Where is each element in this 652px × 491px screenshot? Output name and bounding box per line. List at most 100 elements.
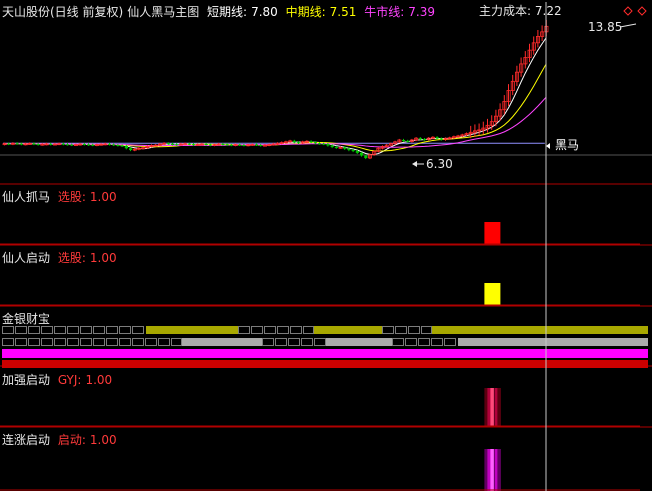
band-cell bbox=[80, 326, 92, 334]
band-cell bbox=[418, 338, 430, 346]
band-cell bbox=[314, 338, 326, 346]
panel3-title: 仙人启动 bbox=[2, 251, 51, 265]
candle-body bbox=[66, 144, 70, 146]
panel-xian-ren-zhua-ma[interactable] bbox=[0, 222, 640, 245]
band-cell bbox=[158, 338, 170, 346]
panel4-header: 金银财宝 bbox=[2, 310, 54, 327]
band-cell bbox=[119, 338, 131, 346]
band-cell bbox=[301, 338, 313, 346]
panel-xian-ren-qi-dong[interactable] bbox=[0, 283, 640, 306]
panel-jia-qiang-qi-dong[interactable] bbox=[0, 388, 640, 427]
panel6-title: 连涨启动 bbox=[2, 433, 51, 447]
band-cell bbox=[28, 338, 40, 346]
band-cell bbox=[41, 326, 53, 334]
band-magenta bbox=[2, 349, 648, 358]
band-cell bbox=[251, 326, 263, 334]
candle-body bbox=[32, 143, 36, 145]
band-cell bbox=[264, 326, 276, 334]
band-cell bbox=[408, 326, 420, 334]
candle-body bbox=[402, 140, 406, 141]
candle-body bbox=[129, 148, 133, 151]
indicator-name: 仙人黑马主图 bbox=[127, 5, 200, 19]
main-price-panel[interactable] bbox=[2, 6, 647, 167]
band-segment bbox=[432, 326, 648, 334]
panel3-value: 1.00 bbox=[89, 251, 117, 265]
candle-body bbox=[116, 144, 120, 146]
ma-line bbox=[4, 37, 547, 155]
candle-body bbox=[351, 150, 355, 152]
cost-value: 7.22 bbox=[534, 4, 562, 18]
horse-pointer bbox=[546, 143, 550, 149]
panel2-title: 仙人抓马 bbox=[2, 190, 51, 204]
candle-body bbox=[229, 144, 233, 146]
candle-body bbox=[221, 144, 225, 146]
band-segment bbox=[326, 338, 392, 346]
band-segment bbox=[314, 326, 382, 334]
panel-jin-yin-cai-bao[interactable] bbox=[2, 326, 648, 368]
band-cell bbox=[395, 326, 407, 334]
signal-bar-jia-qiang bbox=[490, 388, 494, 426]
candle-body bbox=[297, 142, 301, 144]
band-cell bbox=[145, 338, 157, 346]
moving-average-lines bbox=[4, 37, 547, 155]
candle-body bbox=[61, 143, 65, 145]
candle-body bbox=[225, 144, 229, 146]
band-cell bbox=[303, 326, 314, 334]
candle-body bbox=[326, 144, 330, 146]
candle-body bbox=[175, 144, 179, 146]
panel5-header: 加强启动 GYJ: 1.00 bbox=[2, 371, 116, 388]
band-cell bbox=[405, 338, 417, 346]
band-cell bbox=[171, 338, 182, 346]
candle-body bbox=[124, 145, 128, 149]
signal-bar-lian-zhang bbox=[484, 449, 488, 491]
panel2-value: 1.00 bbox=[89, 190, 117, 204]
band-cell bbox=[275, 338, 287, 346]
main-header: 天山股份(日线 前复权) 仙人黑马主图 短期线: 7.80 中期线: 7.51 牛市线… bbox=[2, 3, 439, 20]
band-cell bbox=[41, 338, 53, 346]
band-segment bbox=[458, 338, 648, 346]
candle-body bbox=[82, 144, 86, 146]
band-cell bbox=[2, 326, 14, 334]
band-cell bbox=[238, 326, 250, 334]
signal-bar-jia-qiang bbox=[487, 388, 491, 426]
ma-line bbox=[4, 96, 547, 148]
band-cell bbox=[80, 338, 92, 346]
candle-body bbox=[238, 144, 242, 146]
cost-readout: 主力成本: 7.22 bbox=[479, 4, 562, 18]
stock-title: 天山股份(日线 前复权) bbox=[2, 5, 124, 19]
candle-body bbox=[259, 144, 263, 146]
panel-lian-zhang-qi-dong[interactable] bbox=[0, 449, 640, 491]
candle-body bbox=[192, 144, 196, 146]
candle-body bbox=[171, 143, 175, 145]
panel6-value: 1.00 bbox=[89, 433, 117, 447]
band-cell bbox=[421, 326, 432, 334]
signal-bar-lian-zhang bbox=[490, 449, 494, 491]
candle-body bbox=[435, 137, 439, 139]
band-cell bbox=[67, 338, 79, 346]
high-arrow bbox=[619, 23, 637, 28]
band-cell bbox=[15, 326, 27, 334]
candle-body bbox=[364, 155, 368, 158]
band-cell bbox=[67, 326, 79, 334]
panel6-header: 连涨启动 启动: 1.00 bbox=[2, 431, 121, 448]
band-cell bbox=[28, 326, 40, 334]
mid-line-value: 7.51 bbox=[329, 5, 357, 19]
band-cell bbox=[54, 338, 66, 346]
panel6-label: 启动: bbox=[57, 433, 86, 447]
horse-label: 黑马 bbox=[555, 138, 580, 152]
band-cell bbox=[15, 338, 27, 346]
band-cell bbox=[106, 338, 118, 346]
band-cell bbox=[277, 326, 289, 334]
panel2-label: 选股: bbox=[57, 190, 86, 204]
candle-body bbox=[19, 143, 23, 145]
band-cell bbox=[392, 338, 404, 346]
band-cell bbox=[2, 338, 14, 346]
chart-canvas bbox=[0, 2, 652, 491]
band-cell bbox=[119, 326, 131, 334]
signal-bar-lian-zhang bbox=[494, 449, 498, 491]
panel3-header: 仙人启动 选股: 1.00 bbox=[2, 249, 121, 266]
panel3-label: 选股: bbox=[57, 251, 86, 265]
candle-body bbox=[347, 148, 351, 151]
candle-body bbox=[360, 152, 364, 156]
band-cell bbox=[431, 338, 443, 346]
